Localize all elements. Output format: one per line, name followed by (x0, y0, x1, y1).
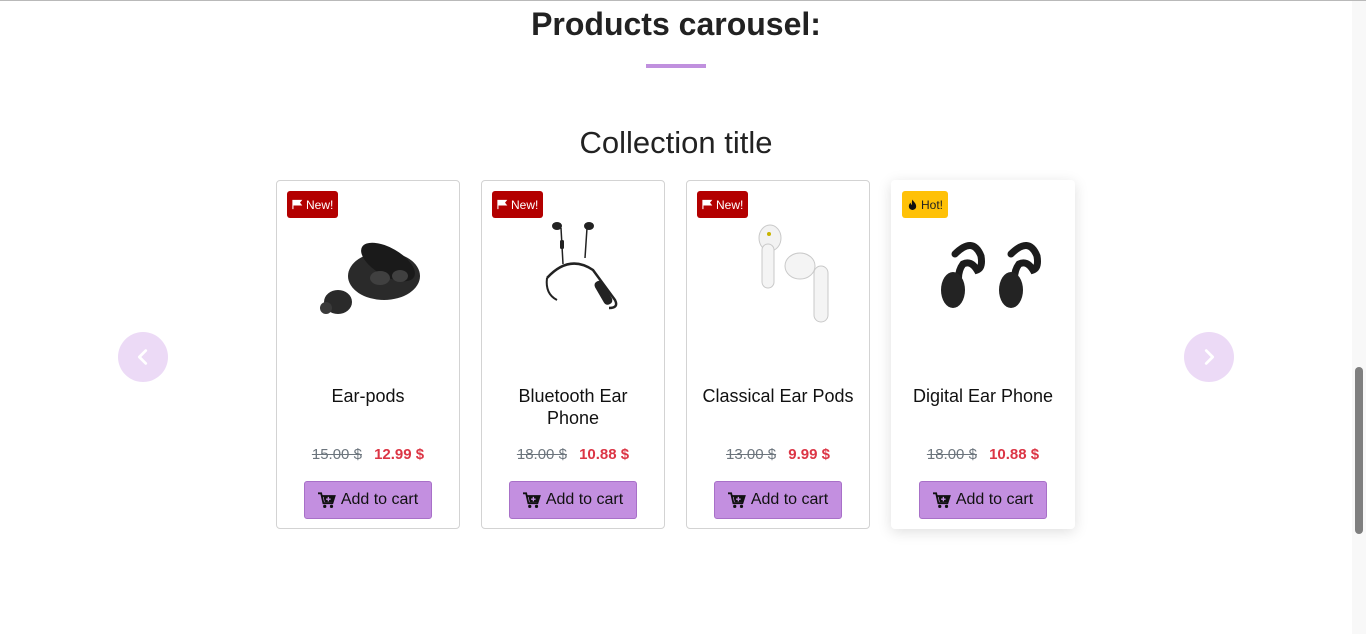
carousel-next-button[interactable] (1184, 332, 1234, 382)
sale-price: 9.99 $ (788, 446, 830, 463)
cart-button-label: Add to cart (955, 491, 1034, 508)
product-card[interactable]: New! Classical Ear Pods 13.00 $ 9.99 $ A… (686, 180, 870, 529)
old-price: 18.00 $ (516, 446, 567, 463)
cart-icon (727, 491, 746, 508)
product-image[interactable] (482, 209, 666, 339)
collection-title: Collection title (579, 125, 773, 160)
cart-button-label: Add to cart (340, 491, 419, 508)
product-name[interactable]: Bluetooth Ear Phone (492, 385, 654, 429)
chevron-right-icon (1204, 349, 1215, 365)
old-price: 13.00 $ (726, 446, 777, 463)
product-image[interactable] (687, 209, 871, 339)
section-title: Products carousel: (531, 6, 821, 42)
cart-button-label: Add to cart (750, 491, 829, 508)
cart-icon (317, 491, 336, 508)
ear-hook-earphones-image (941, 242, 1041, 308)
carousel-prev-button[interactable] (118, 332, 168, 382)
cart-icon (932, 491, 951, 508)
product-card[interactable]: New! Bluetooth Ear Phone 18.00 $ 10.88 $… (481, 180, 665, 529)
add-to-cart-button[interactable]: Add to cart (919, 481, 1047, 519)
neckband-earphones-image (545, 222, 618, 310)
page-scrollbar[interactable] (1352, 1, 1366, 634)
add-to-cart-button[interactable]: Add to cart (509, 481, 637, 519)
page: Products carousel: Collection title New!… (0, 0, 1366, 634)
old-price: 15.00 $ (311, 446, 362, 463)
scrollbar-thumb[interactable] (1355, 367, 1363, 534)
product-name[interactable]: Ear-pods (287, 385, 449, 407)
sale-price: 10.88 $ (989, 446, 1040, 463)
old-price: 18.00 $ (926, 446, 977, 463)
add-to-cart-button[interactable]: Add to cart (714, 481, 842, 519)
earbuds-case-image (320, 242, 420, 314)
chevron-left-icon (137, 349, 148, 365)
white-earpods-image (758, 224, 829, 323)
product-image[interactable] (277, 209, 461, 339)
product-card[interactable]: New! Ear-pods 15.00 $ 12.99 $ Add to car… (276, 180, 460, 529)
product-card[interactable]: Hot! Digital Ear Phone 18.00 $ 10.88 $ A… (891, 180, 1075, 529)
product-name[interactable]: Classical Ear Pods (697, 385, 859, 407)
product-name[interactable]: Digital Ear Phone (902, 385, 1064, 407)
price-row: 18.00 $ 10.88 $ (892, 446, 1074, 463)
sale-price: 10.88 $ (579, 446, 630, 463)
title-underline (646, 64, 706, 68)
price-row: 15.00 $ 12.99 $ (277, 446, 459, 463)
price-row: 18.00 $ 10.88 $ (482, 446, 664, 463)
cart-icon (522, 491, 541, 508)
cart-button-label: Add to cart (545, 491, 624, 508)
price-row: 13.00 $ 9.99 $ (687, 446, 869, 463)
sale-price: 12.99 $ (374, 446, 425, 463)
add-to-cart-button[interactable]: Add to cart (304, 481, 432, 519)
product-image[interactable] (892, 209, 1076, 339)
